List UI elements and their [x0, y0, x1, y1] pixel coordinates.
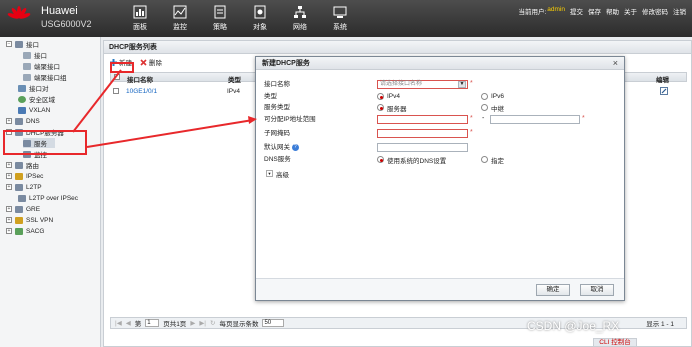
annotation-arrows — [72, 69, 257, 148]
watermark: CSDN @Joe_RX — [527, 319, 620, 333]
cli-console-button[interactable]: CLI 控制台 — [593, 338, 637, 347]
